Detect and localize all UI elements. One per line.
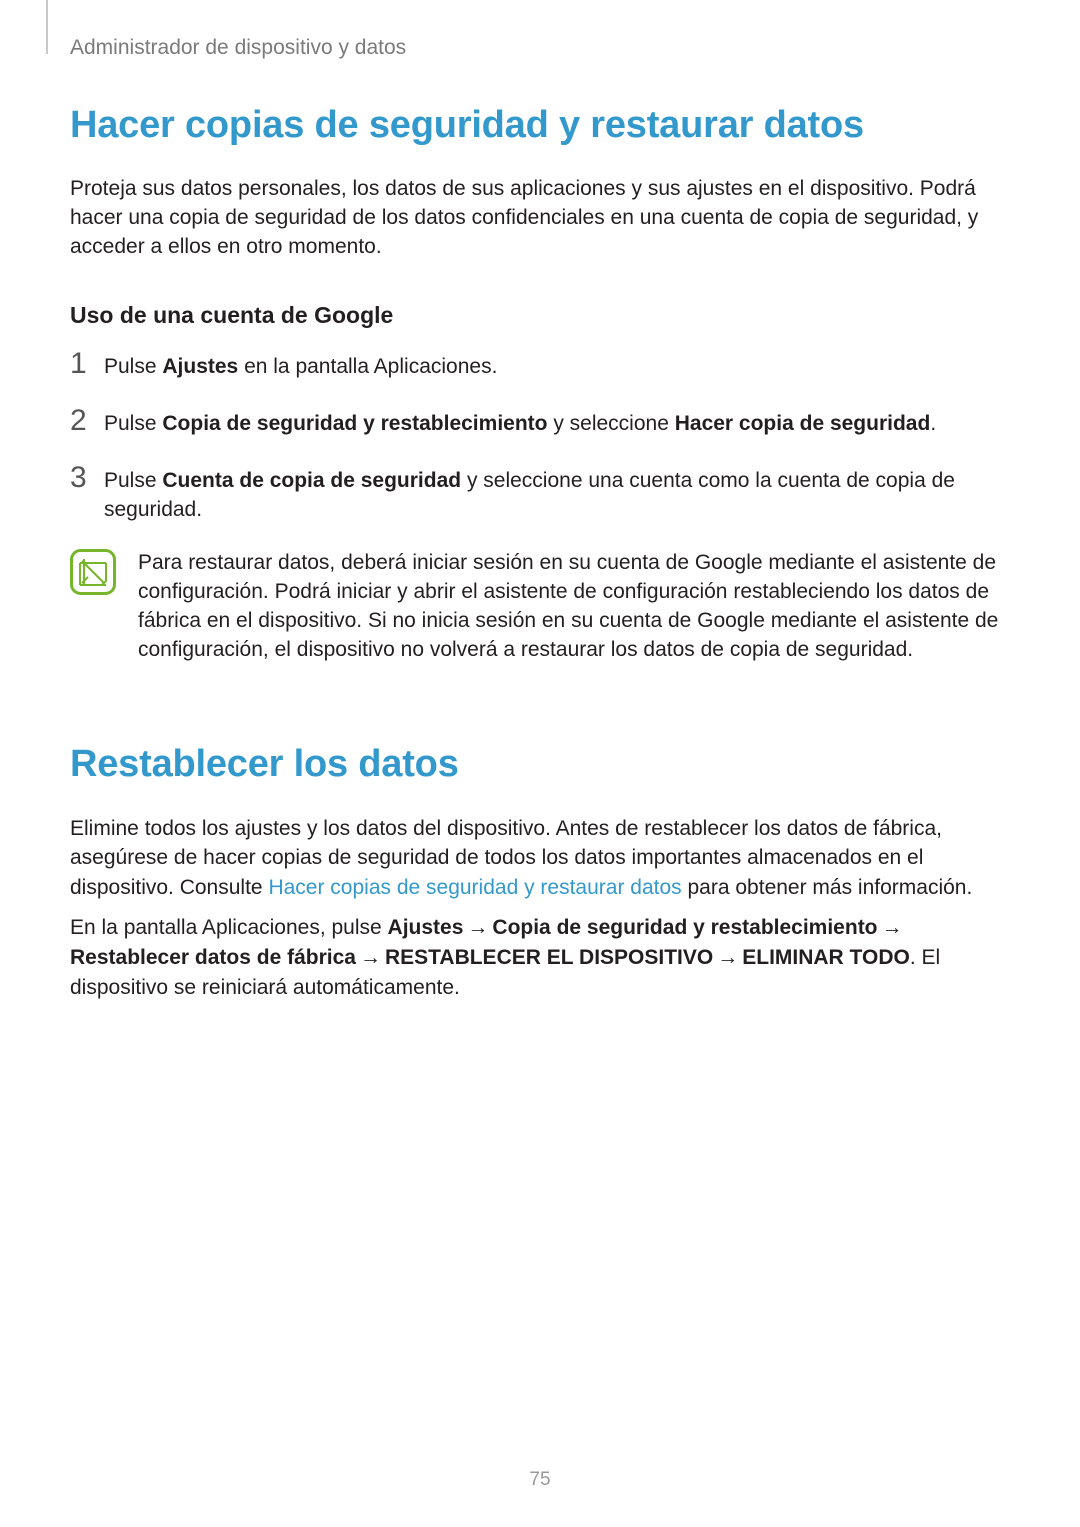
- header-rule: [46, 0, 48, 54]
- page-number: 75: [0, 1469, 1080, 1491]
- link-backup-section[interactable]: Hacer copias de seguridad y restaurar da…: [268, 876, 681, 899]
- reset-paragraph-2: En la pantalla Aplicaciones, pulse Ajust…: [70, 913, 1016, 1002]
- step-item: 2 Pulse Copia de seguridad y restablecim…: [70, 406, 1016, 439]
- step-number: 3: [70, 463, 104, 525]
- subheading-google-account: Uso de una cuenta de Google: [70, 302, 1016, 329]
- arrow-icon: →: [356, 943, 385, 973]
- text: en la pantalla Aplicaciones.: [238, 355, 497, 378]
- heading-backup-restore: Hacer copias de seguridad y restaurar da…: [70, 104, 1016, 147]
- reset-paragraph-1: Elimine todos los ajustes y los datos de…: [70, 814, 1016, 903]
- arrow-icon: →: [713, 943, 742, 973]
- text: y seleccione: [547, 412, 674, 435]
- note-text: Para restaurar datos, deberá iniciar ses…: [138, 549, 1016, 665]
- intro-paragraph: Proteja sus datos personales, los datos …: [70, 175, 1016, 262]
- text: En la pantalla Aplicaciones, pulse: [70, 916, 388, 939]
- step-item: 3 Pulse Cuenta de copia de seguridad y s…: [70, 463, 1016, 525]
- page: Administrador de dispositivo y datos Hac…: [0, 0, 1080, 1527]
- step-item: 1 Pulse Ajustes en la pantalla Aplicacio…: [70, 349, 1016, 382]
- bold: Cuenta de copia de seguridad: [162, 469, 461, 492]
- step-text: Pulse Ajustes en la pantalla Aplicacione…: [104, 349, 497, 382]
- text: .: [930, 412, 936, 435]
- step-text: Pulse Cuenta de copia de seguridad y sel…: [104, 463, 1016, 525]
- reset-block: Elimine todos los ajustes y los datos de…: [70, 814, 1016, 1003]
- bold: Ajustes: [388, 916, 464, 939]
- arrow-icon: →: [463, 913, 492, 943]
- step-text: Pulse Copia de seguridad y restablecimie…: [104, 406, 936, 439]
- bold: RESTABLECER EL DISPOSITIVO: [385, 946, 713, 969]
- arrow-icon: →: [878, 913, 907, 943]
- note-block: Para restaurar datos, deberá iniciar ses…: [70, 549, 1016, 665]
- bold: ELIMINAR TODO: [742, 946, 910, 969]
- running-header: Administrador de dispositivo y datos: [70, 36, 406, 60]
- bold: Restablecer datos de fábrica: [70, 946, 356, 969]
- step-number: 2: [70, 406, 104, 439]
- bold: Copia de seguridad y restablecimiento: [162, 412, 547, 435]
- heading-reset-data: Restablecer los datos: [70, 743, 1016, 786]
- bold: Ajustes: [162, 355, 238, 378]
- text: Pulse: [104, 355, 162, 378]
- text: Pulse: [104, 412, 162, 435]
- note-icon: [70, 549, 116, 595]
- text: para obtener más información.: [682, 876, 973, 899]
- step-number: 1: [70, 349, 104, 382]
- bold: Hacer copia de seguridad: [675, 412, 931, 435]
- content-area: Hacer copias de seguridad y restaurar da…: [70, 104, 1016, 1003]
- text: Pulse: [104, 469, 162, 492]
- step-list: 1 Pulse Ajustes en la pantalla Aplicacio…: [70, 349, 1016, 525]
- bold: Copia de seguridad y restablecimiento: [492, 916, 877, 939]
